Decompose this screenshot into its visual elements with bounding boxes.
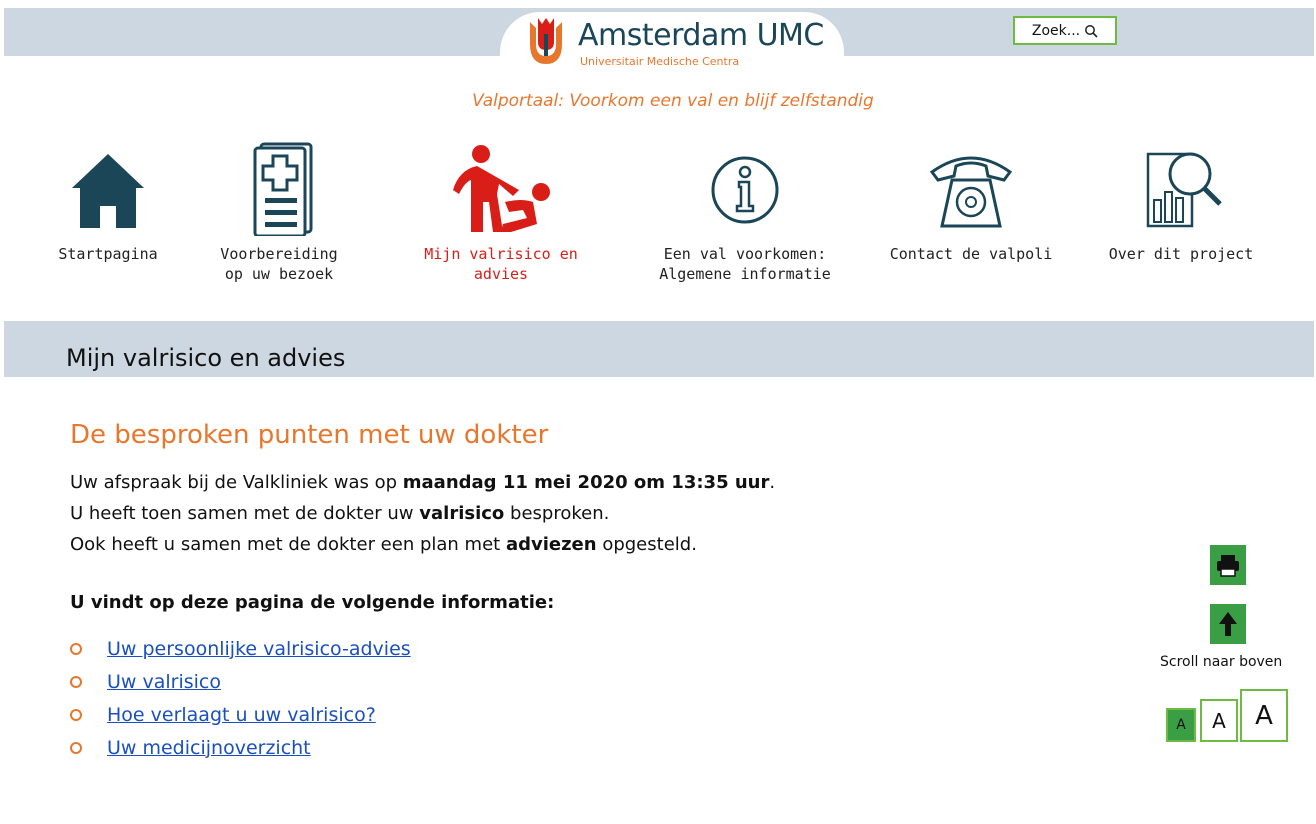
printer-icon [1217,555,1239,577]
nav-label-2: op uw bezoek [224,265,334,283]
nav-mijn-valrisico[interactable]: Mijn valrisico en advies [411,140,591,284]
tulip-logo-icon[interactable] [528,14,564,70]
font-size-large-button[interactable]: A [1240,689,1288,742]
search-label: Zoek... [1031,22,1081,39]
info-icon [711,156,779,224]
list-item: Uw medicijnoverzicht [70,731,411,764]
nav-label: Een val voorkomen: [663,245,827,263]
font-size-medium-button[interactable]: A [1200,699,1238,742]
intro-line-1: Uw afspraak bij de Valkliniek was op maa… [70,472,776,493]
intro-text: Uw afspraak bij de Valkliniek was op maa… [70,467,970,560]
nav-label-2: Algemene informatie [659,265,831,283]
nav-een-val-voorkomen[interactable]: Een val voorkomen: Algemene informatie [655,140,835,284]
list-item: Hoe verlaagt u uw valrisico? [70,698,411,731]
nav-label: Over dit project [1108,245,1254,263]
section-title: Mijn valrisico en advies [66,344,346,372]
toc-heading: U vindt op deze pagina de volgende infor… [70,592,555,613]
search-button[interactable]: Zoek... [1013,16,1117,45]
scroll-top-label[interactable]: Scroll naar boven [1160,654,1300,670]
nav-label: Startpagina [58,245,158,263]
toc-link[interactable]: Uw valrisico [107,671,221,693]
logo-name[interactable]: Amsterdam UMC [578,18,824,53]
bullet-icon [70,675,82,688]
nav-over-dit-project[interactable]: Over dit project [1091,140,1271,264]
intro-line-3: Ook heeft u samen met de dokter een plan… [70,534,697,555]
site-tagline: Valportaal: Voorkom een val en blijf zel… [472,91,874,111]
logo-subtitle: Universitair Medische Centra [580,55,740,68]
nav-label: Mijn valrisico en advies [424,245,578,283]
toc-link[interactable]: Hoe verlaagt u uw valrisico? [107,704,376,726]
font-size-small-button[interactable]: A [1166,708,1196,742]
list-item: Uw persoonlijke valrisico-advies [70,632,411,665]
nav-contact-valpoli[interactable]: Contact de valpoli [881,140,1061,264]
toc-link[interactable]: Uw persoonlijke valrisico-advies [107,638,411,660]
nav-label: Voorbereiding [220,245,338,263]
intro-line-2: U heeft toen samen met de dokter uw valr… [70,503,610,524]
print-button[interactable] [1210,545,1246,585]
arrow-up-icon [1219,612,1237,636]
page-heading: De besproken punten met uw dokter [70,420,549,450]
bullet-icon [70,741,82,754]
falling-person-icon [453,145,550,232]
scroll-top-button[interactable] [1210,604,1246,644]
nav-voorbereiding[interactable]: Voorbereiding op uw bezoek [189,140,369,284]
list-item: Uw valrisico [70,665,411,698]
bullet-icon [70,642,82,655]
home-icon [72,154,144,228]
medical-document-icon [253,142,313,236]
bullet-icon [70,708,82,721]
magnifier-report-icon [1146,152,1222,228]
toc-link[interactable]: Uw medicijnoverzicht [107,737,311,759]
toc-list: Uw persoonlijke valrisico-advies Uw valr… [70,632,411,764]
nav-startpagina[interactable]: Startpagina [18,140,198,264]
search-icon [1085,24,1098,38]
nav-label: Contact de valpoli [889,245,1053,263]
telephone-icon [929,156,1013,228]
